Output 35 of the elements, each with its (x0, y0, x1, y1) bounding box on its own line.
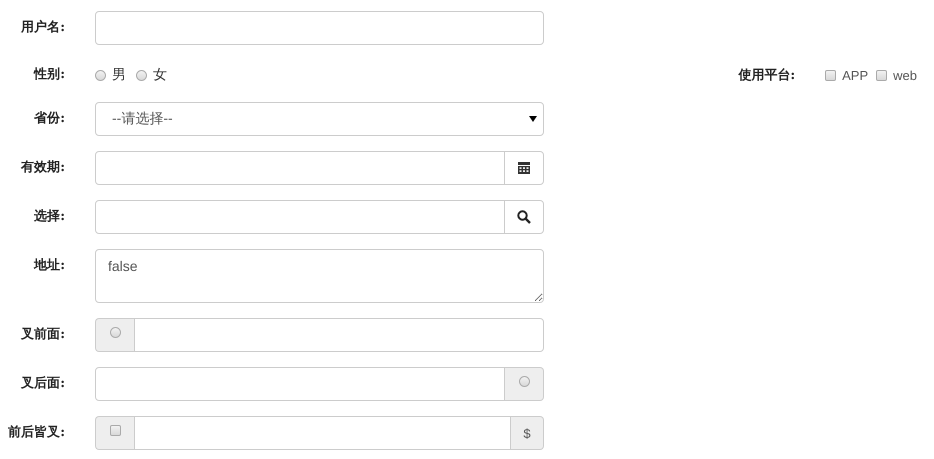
field-label: 有效期: (20, 159, 65, 177)
field-label: 地址: (32, 257, 65, 275)
input-field[interactable] (95, 11, 544, 45)
field-label: 叉前面: (20, 326, 65, 344)
input-field[interactable] (134, 416, 511, 450)
search-button[interactable] (504, 200, 544, 234)
calendar-button[interactable] (504, 151, 544, 185)
field-label: 选择: (33, 208, 65, 226)
input-field[interactable] (95, 200, 505, 234)
checkbox-label: APP (842, 68, 868, 82)
select-dropdown[interactable]: --请选择-- (95, 102, 544, 136)
radio-button[interactable] (95, 70, 106, 80)
input-field[interactable] (95, 367, 505, 401)
radio-label: 男 (112, 66, 126, 84)
checkbox[interactable] (110, 424, 120, 436)
field-label: 使用平台: (738, 67, 796, 84)
search-icon (517, 210, 531, 224)
checkbox-label: web (893, 68, 917, 82)
field-label: 用户名: (20, 18, 65, 37)
checkbox[interactable] (825, 70, 836, 80)
field-label: 前后皆叉: (7, 424, 65, 442)
checkbox[interactable] (876, 70, 888, 80)
caret-icon (529, 116, 537, 122)
radio-label: 女 (153, 66, 167, 84)
address-field[interactable]: false (95, 249, 544, 303)
radio-button[interactable] (110, 326, 120, 338)
field-label: 省份: (33, 110, 65, 128)
field-label: 性别: (32, 66, 65, 84)
currency-addon: $ (511, 416, 544, 450)
field-label: 叉后面: (20, 374, 65, 393)
radio-button[interactable] (136, 70, 147, 80)
calendar-icon (517, 161, 531, 175)
input-field[interactable] (134, 318, 544, 352)
radio-button[interactable] (518, 376, 530, 386)
input-field[interactable] (95, 151, 505, 185)
